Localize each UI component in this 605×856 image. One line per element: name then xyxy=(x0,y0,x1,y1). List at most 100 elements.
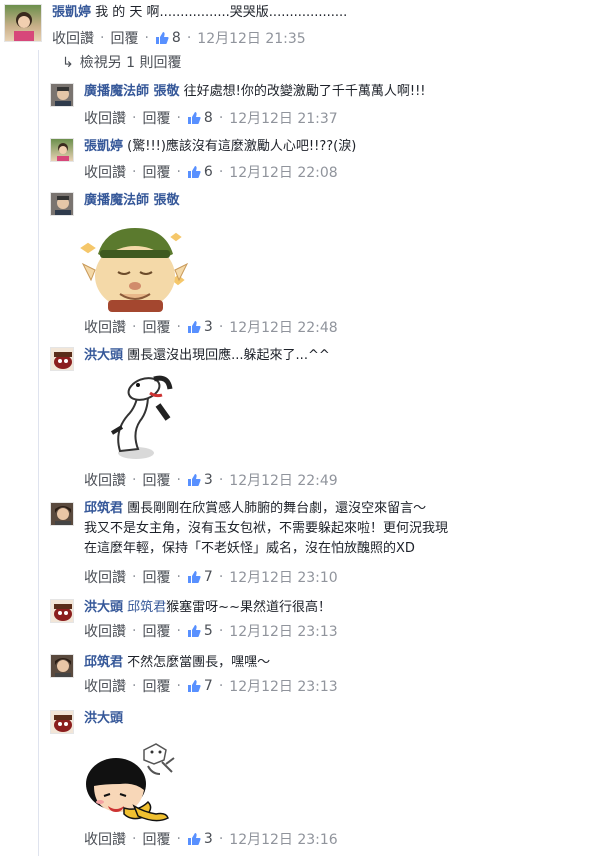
avatar-photo-icon xyxy=(55,87,71,106)
timestamp[interactable]: 12月12日 23:10 xyxy=(229,567,337,587)
reply-link[interactable]: 回覆 xyxy=(142,108,170,128)
author-name[interactable]: 張凱婷 xyxy=(52,5,91,20)
separator-dot: · xyxy=(176,164,181,180)
comment-text: 往好處想!你的改變激勵了千千萬萬人啊!!! xyxy=(183,84,426,99)
unlike-link[interactable]: 收回讚 xyxy=(84,829,126,849)
reply-arrow-icon: ↳ xyxy=(62,55,74,71)
thumbs-up-icon xyxy=(187,474,201,486)
unlike-link[interactable]: 收回讚 xyxy=(84,621,126,641)
sticker-image[interactable] xyxy=(84,736,184,824)
separator-dot: · xyxy=(132,678,137,694)
separator-dot: · xyxy=(218,110,224,126)
comment-text: 不然怎麼當團長，嘿嘿～ xyxy=(127,655,271,670)
like-count[interactable]: 7 xyxy=(187,569,213,585)
timestamp[interactable]: 12月12日 22:49 xyxy=(229,470,337,490)
unlike-link[interactable]: 收回讚 xyxy=(84,317,126,337)
separator-dot: · xyxy=(176,678,181,694)
author-name[interactable]: 洪大頭 xyxy=(84,711,123,726)
mention-link[interactable]: 邱筑君 xyxy=(127,600,166,615)
comment-actions: 收回讚 · 回覆 · 3 · 12月12日 22:49 xyxy=(84,470,338,490)
avatar[interactable] xyxy=(50,654,74,678)
avatar[interactable] xyxy=(50,347,74,371)
avatar-photo-icon xyxy=(54,604,72,621)
unlike-link[interactable]: 收回讚 xyxy=(84,676,126,696)
separator-dot: · xyxy=(100,30,105,46)
comment-text-line: 團長剛剛在欣賞感人肺腑的舞台劇，還沒空來留言～ xyxy=(127,501,427,516)
like-count[interactable]: 8 xyxy=(187,110,213,126)
reply-link[interactable]: 回覆 xyxy=(142,676,170,696)
avatar[interactable] xyxy=(50,599,74,623)
separator-dot: · xyxy=(132,164,137,180)
author-name[interactable]: 洪大頭 xyxy=(84,348,123,363)
author-name[interactable]: 廣播魔法師 張敬 xyxy=(84,84,180,99)
timestamp[interactable]: 12月12日 23:16 xyxy=(229,829,337,849)
comment-text: (驚!!!)應該沒有這麼激勵人心吧!!??(淚) xyxy=(127,139,357,154)
like-count[interactable]: 3 xyxy=(187,472,213,488)
comment-text-line: 我又不是女主角，沒有玉女包袱，不需要躲起來啦！更何況我現 xyxy=(84,521,449,536)
unlike-link[interactable]: 收回讚 xyxy=(84,162,126,182)
author-name[interactable]: 邱筑君 xyxy=(84,655,123,670)
timestamp[interactable]: 12月12日 22:08 xyxy=(229,162,337,182)
thumbs-up-icon xyxy=(187,112,201,124)
avatar[interactable] xyxy=(50,138,74,162)
timestamp[interactable]: 12月12日 21:37 xyxy=(229,108,337,128)
view-more-replies[interactable]: ↳ 檢視另 1 則回覆 xyxy=(62,52,182,72)
reply-link[interactable]: 回覆 xyxy=(142,317,170,337)
avatar-photo-icon xyxy=(55,658,71,677)
thumbs-up-icon xyxy=(187,571,201,583)
like-count[interactable]: 8 xyxy=(155,30,181,46)
reply-link[interactable]: 回覆 xyxy=(142,162,170,182)
author-name[interactable]: 邱筑君 xyxy=(84,501,123,516)
comment-body: 張凱婷 我 的 天 啊.................哭哭版.........… xyxy=(52,4,347,22)
separator-dot: · xyxy=(176,110,181,126)
reply-link[interactable]: 回覆 xyxy=(142,621,170,641)
like-count[interactable]: 6 xyxy=(187,164,213,180)
separator-dot: · xyxy=(144,30,149,46)
separator-dot: · xyxy=(176,831,181,847)
like-count[interactable]: 3 xyxy=(187,831,213,847)
timestamp[interactable]: 12月12日 22:48 xyxy=(229,317,337,337)
unlike-link[interactable]: 收回讚 xyxy=(52,28,94,48)
sticker-image[interactable] xyxy=(80,214,190,314)
comment-body: 廣播魔法師 張敬 xyxy=(84,192,180,210)
like-count[interactable]: 5 xyxy=(187,623,213,639)
reply-link[interactable]: 回覆 xyxy=(142,829,170,849)
sticker-image[interactable] xyxy=(98,371,178,463)
avatar-photo-icon xyxy=(57,143,69,161)
avatar[interactable] xyxy=(4,4,42,42)
separator-dot: · xyxy=(132,110,137,126)
reply-link[interactable]: 回覆 xyxy=(142,567,170,587)
timestamp[interactable]: 12月12日 23:13 xyxy=(229,676,337,696)
comment-body: 洪大頭 xyxy=(84,710,123,728)
avatar-photo-icon xyxy=(14,12,34,41)
separator-dot: · xyxy=(176,569,181,585)
reply-link[interactable]: 回覆 xyxy=(142,470,170,490)
author-name[interactable]: 洪大頭 xyxy=(84,600,123,615)
comment-actions: 收回讚 · 回覆 · 6 · 12月12日 22:08 xyxy=(84,162,338,182)
unlike-link[interactable]: 收回讚 xyxy=(84,567,126,587)
like-count[interactable]: 7 xyxy=(187,678,213,694)
unlike-link[interactable]: 收回讚 xyxy=(84,108,126,128)
avatar[interactable] xyxy=(50,192,74,216)
thumbs-up-icon xyxy=(187,680,201,692)
unlike-link[interactable]: 收回讚 xyxy=(84,470,126,490)
comment-actions: 收回讚 · 回覆 · 3 · 12月12日 23:16 xyxy=(84,829,338,849)
avatar[interactable] xyxy=(50,83,74,107)
comment-actions: 收回讚 · 回覆 · 3 · 12月12日 22:48 xyxy=(84,317,338,337)
comment-body: 張凱婷 (驚!!!)應該沒有這麼激勵人心吧!!??(淚) xyxy=(84,138,356,156)
comment-body: 洪大頭 團長還沒出現回應...躲起來了...^^ xyxy=(84,347,330,365)
avatar[interactable] xyxy=(50,710,74,734)
avatar[interactable] xyxy=(50,502,74,526)
avatar-photo-icon xyxy=(55,196,71,215)
like-count[interactable]: 3 xyxy=(187,319,213,335)
author-name[interactable]: 廣播魔法師 張敬 xyxy=(84,193,180,208)
thumbs-up-icon xyxy=(187,833,201,845)
thumbs-up-icon xyxy=(187,625,201,637)
comment-actions: 收回讚 · 回覆 · 8 · 12月12日 21:37 xyxy=(84,108,338,128)
reply-link[interactable]: 回覆 xyxy=(110,28,138,48)
author-name[interactable]: 張凱婷 xyxy=(84,139,123,154)
separator-dot: · xyxy=(176,623,181,639)
timestamp[interactable]: 12月12日 21:35 xyxy=(197,28,305,48)
timestamp[interactable]: 12月12日 23:13 xyxy=(229,621,337,641)
separator-dot: · xyxy=(132,623,137,639)
